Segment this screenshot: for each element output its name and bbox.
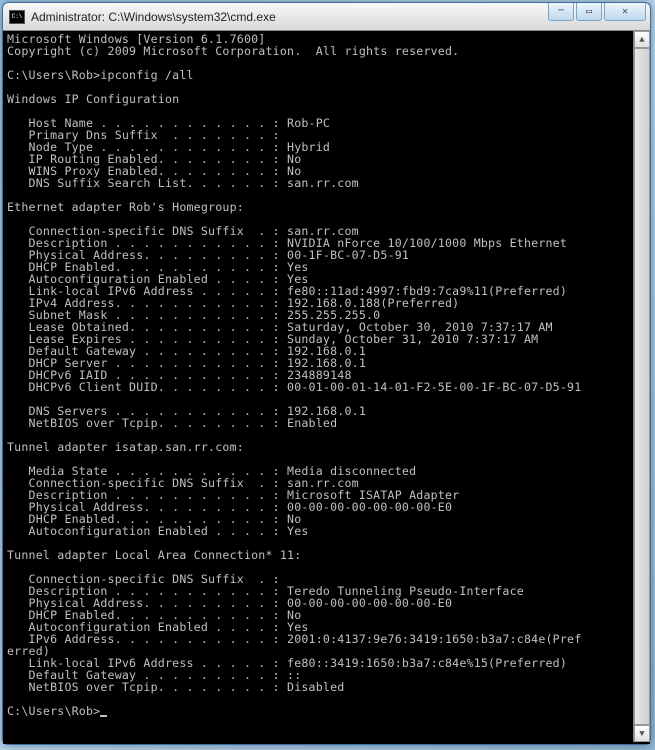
titlebar[interactable]: C:\ Administrator: C:\Windows\system32\c… [3, 3, 650, 31]
close-button[interactable]: ✕ [604, 3, 646, 21]
cmd-icon: C:\ [9, 10, 25, 24]
scroll-up-button[interactable]: ▲ [634, 31, 650, 48]
window-title: Administrator: C:\Windows\system32\cmd.e… [31, 10, 548, 24]
scroll-thumb[interactable] [634, 48, 650, 725]
window-controls: ─ ▭ ✕ [548, 3, 646, 30]
output-line: DNS Suffix Search List. . . . . . : san.… [7, 176, 359, 190]
output-line: Autoconfiguration Enabled . . . . : Yes [7, 524, 309, 538]
maximize-button[interactable]: ▭ [576, 3, 602, 21]
output-line: NetBIOS over Tcpip. . . . . . . . : Disa… [7, 680, 344, 694]
prompt-line: C:\Users\Rob>ipconfig /all [7, 68, 194, 82]
vertical-scrollbar[interactable]: ▲ ▼ [633, 31, 650, 742]
section-header: Tunnel adapter isatap.san.rr.com: [7, 440, 244, 454]
section-header: Ethernet adapter Rob's Homegroup: [7, 200, 244, 214]
prompt-line: C:\Users\Rob> [7, 704, 100, 718]
section-header: Windows IP Configuration [7, 92, 179, 106]
cmd-window: C:\ Administrator: C:\Windows\system32\c… [2, 2, 651, 745]
scroll-down-button[interactable]: ▼ [634, 725, 650, 742]
cursor [100, 715, 107, 717]
output-line: IPv6 Address. . . . . . . . . . . : 2001… [7, 632, 581, 646]
terminal-output[interactable]: Microsoft Windows [Version 6.1.7600] Cop… [3, 31, 650, 744]
minimize-button[interactable]: ─ [548, 3, 574, 21]
section-header: Tunnel adapter Local Area Connection* 11… [7, 548, 301, 562]
output-line: DHCPv6 Client DUID. . . . . . . . : 00-0… [7, 380, 581, 394]
output-line: NetBIOS over Tcpip. . . . . . . . : Enab… [7, 416, 337, 430]
output-line: Copyright (c) 2009 Microsoft Corporation… [7, 44, 459, 58]
